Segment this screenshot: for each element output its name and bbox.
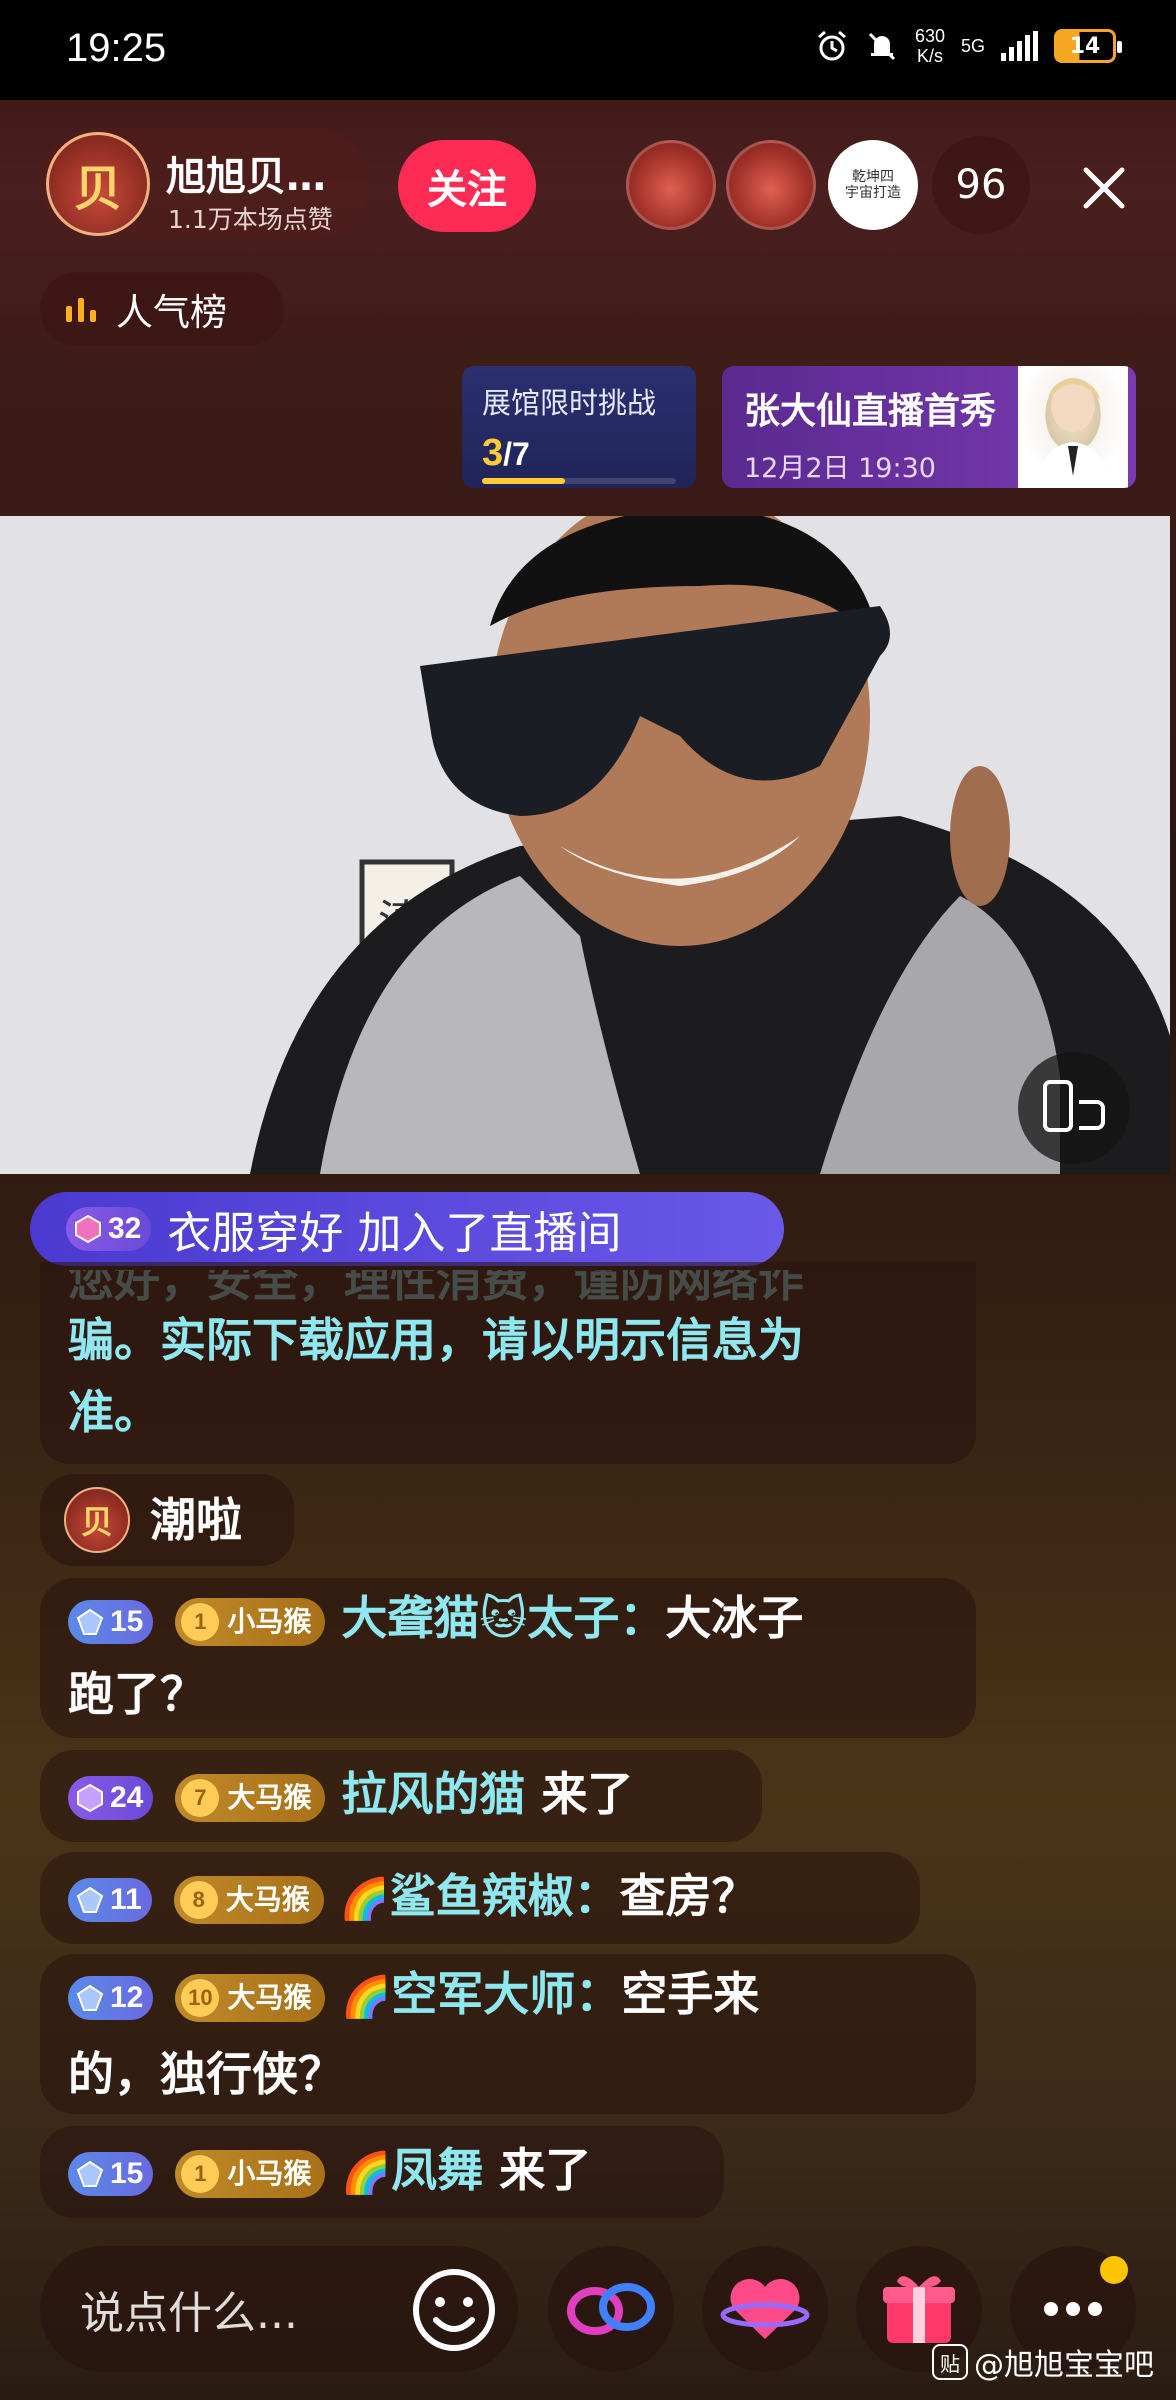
alarm-icon (817, 30, 846, 61)
chat-text: 空手来 (621, 1967, 760, 2021)
user-level-badge: 24 (68, 1775, 154, 1820)
chat-text: 来了 (525, 1767, 634, 1821)
host-name[interactable]: 旭旭贝… (166, 144, 326, 202)
chat-message[interactable]: 15 1 小马猴 大聋猫🐱太子：大冰子 跑了？ (40, 1578, 976, 1738)
user-level-badge: 15 (68, 2151, 154, 2196)
viewer-avatar[interactable] (626, 140, 716, 230)
promo-person-image (1018, 366, 1128, 488)
diamond-icon (76, 1886, 104, 1913)
tieba-icon: 贴 (932, 2344, 968, 2380)
join-notification-banner: 32 衣服穿好 加入了直播间 (30, 1192, 784, 1266)
chat-username[interactable]: 大聋猫🐱太子： (341, 1591, 665, 1645)
chat-text: 大冰子 (665, 1591, 804, 1645)
system-notice-faded-line: 您好，安全，理性消费，谨防网络诈 (68, 1270, 804, 1304)
chat-message[interactable]: 贝 潮啦 (40, 1474, 294, 1566)
rainbow-icon: 🌈 (341, 2150, 392, 2197)
rainbow-icon: 🌈 (339, 1876, 390, 1923)
battery-level: 14 (1069, 33, 1101, 59)
viewer-avatar[interactable]: 乾坤四 宇宙打造 (828, 140, 918, 230)
chat-text: 来了 (483, 2143, 592, 2197)
watermark: 贴 @旭旭宝宝吧 (932, 2340, 1154, 2384)
bar-chart-icon (66, 298, 96, 322)
chat-username[interactable]: 空军大师： (391, 1967, 621, 2021)
system-notice: 您好，安全，理性消费，谨防网络诈 骗。实际下载应用，请以明示信息为 准。 (40, 1262, 976, 1464)
close-button[interactable] (1072, 156, 1136, 220)
challenge-progress-fill (482, 478, 566, 484)
challenge-progress-bar (482, 478, 676, 484)
gem-icon (75, 1214, 101, 1244)
fan-club-badge: 8 大马猴 (173, 1875, 324, 1924)
chat-message[interactable]: 24 7 大马猴 拉风的猫 来了 (40, 1750, 762, 1842)
heart-icon: 8 (179, 1880, 218, 1919)
watermark-text: @旭旭宝宝吧 (974, 2348, 1154, 2383)
challenge-progress: 3/7 (482, 432, 530, 474)
heart-icon: 10 (181, 1978, 220, 2017)
system-notice-line: 骗。实际下载应用，请以明示信息为 (68, 1313, 804, 1367)
challenge-card[interactable]: 展馆限时挑战 3/7 (462, 366, 696, 488)
comment-input-placeholder: 说点什么... (80, 2288, 298, 2339)
viewer-count[interactable]: 96 (932, 136, 1030, 234)
chat-username[interactable]: 拉风的猫 (341, 1767, 525, 1821)
chat-text: 潮啦 (150, 1493, 242, 1547)
fan-club-badge: 1 小马猴 (175, 2149, 326, 2198)
user-level-badge: 32 (66, 1207, 152, 1251)
join-text: 衣服穿好 加入了直播间 (167, 1208, 622, 1259)
diamond-icon (76, 1608, 104, 1635)
gift-icon (883, 2276, 955, 2343)
follow-button[interactable]: 关注 (398, 140, 536, 232)
heart-icon: 1 (181, 2154, 220, 2193)
promo-card[interactable]: 张大仙直播首秀 12月2日 19:30 (722, 366, 1136, 488)
rank-label: 人气榜 (116, 291, 227, 334)
signal-icon (1001, 31, 1038, 61)
commenter-avatar[interactable]: 贝 (64, 1487, 130, 1553)
network-speed: 630 K/s (914, 26, 945, 66)
heart-planet-icon (720, 2278, 810, 2339)
heart-icon: 1 (181, 1602, 220, 1641)
host-likes: 1.1万本场点赞 (168, 205, 333, 234)
like-button[interactable] (702, 2246, 828, 2372)
chat-text: 查房？ (619, 1869, 758, 1923)
mute-bell-icon (868, 32, 896, 61)
user-level-badge: 12 (68, 1975, 154, 2020)
chat-message[interactable]: 15 1 小马猴 🌈凤舞 来了 (40, 2126, 724, 2218)
fan-club-badge: 7 大马猴 (175, 1773, 326, 1822)
network-type: 5G (960, 36, 985, 56)
link-mic-button[interactable] (548, 2246, 674, 2372)
chat-message[interactable]: 11 8 大马猴 🌈鲨鱼辣椒：查房？ (40, 1852, 920, 1944)
battery-icon: 14 (1054, 29, 1122, 63)
fan-club-badge: 10 大马猴 (175, 1973, 326, 2022)
user-level-badge: 15 (68, 1599, 154, 1644)
link-mic-icon (567, 2283, 655, 2335)
chat-message[interactable]: 12 10 大马猴 🌈空军大师：空手来 的，独行侠？ (40, 1954, 976, 2114)
close-icon (1083, 167, 1125, 209)
host-avatar[interactable]: 贝 (46, 132, 150, 236)
viewer-avatar[interactable] (726, 140, 816, 230)
status-time: 19:25 (66, 26, 167, 70)
chat-text: 跑了？ (68, 1667, 206, 1721)
fan-club-badge: 1 小马猴 (175, 1597, 326, 1646)
user-level-badge: 11 (68, 1877, 152, 1922)
live-video[interactable]: 滇 (0, 516, 1170, 1174)
heart-icon: 7 (181, 1778, 220, 1817)
chat-username[interactable]: 凤舞 (391, 2143, 483, 2197)
chat-text: 的，独行侠？ (68, 2046, 344, 2101)
popularity-rank-button[interactable]: 人气榜 (40, 272, 284, 346)
streamer-video-frame: 滇 (0, 516, 1170, 1174)
rainbow-icon: 🌈 (341, 1974, 392, 2021)
status-icons: 630 K/s 5G 14 (815, 26, 1122, 66)
more-icon (1044, 2302, 1102, 2316)
diamond-icon (76, 1984, 104, 2011)
chat-username[interactable]: 鲨鱼辣椒： (390, 1869, 620, 1923)
gem-icon (77, 1783, 103, 1812)
diamond-icon (76, 2160, 104, 2187)
rotate-screen-button[interactable] (1018, 1052, 1130, 1164)
system-notice-line: 准。 (68, 1385, 160, 1439)
challenge-title: 展馆限时挑战 (482, 386, 657, 420)
emoji-icon (413, 2269, 495, 2351)
rotate-screen-icon (1043, 1080, 1105, 1132)
emoji-button[interactable] (408, 2264, 500, 2356)
notification-dot (1100, 2256, 1128, 2284)
